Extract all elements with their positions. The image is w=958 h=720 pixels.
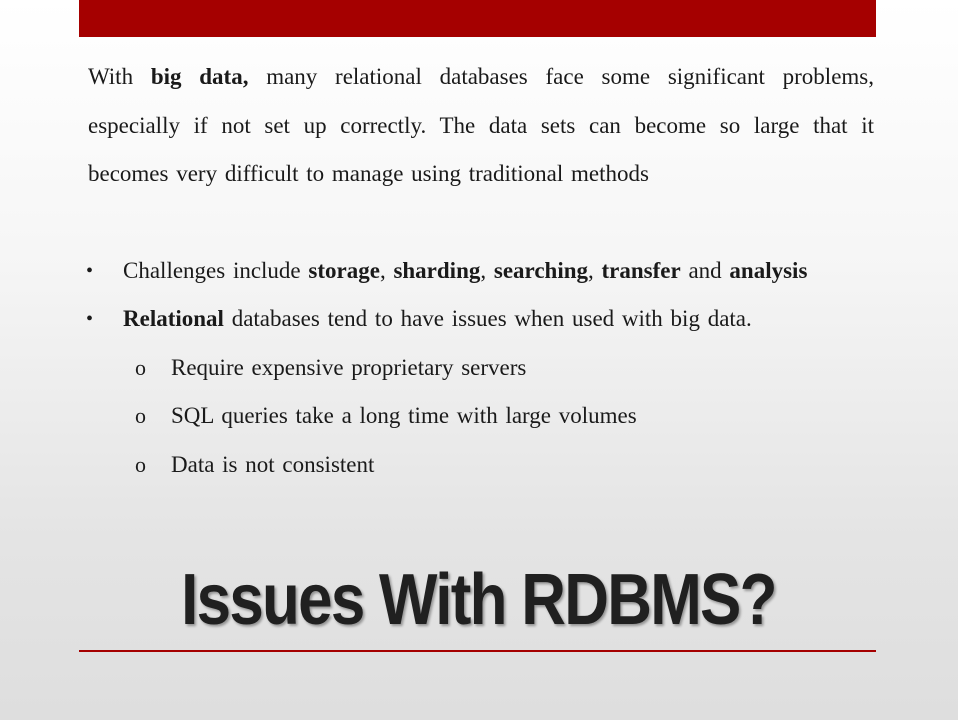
sub-bullet-text: Data is not consistent [171,451,375,477]
sub-bullet-item: o Data is not consistent [88,441,874,490]
bullet-bold-relational: Relational [123,306,224,331]
slide-content: With big data, many relational databases… [86,53,874,490]
sub-bullet-item: o SQL queries take a long time with large… [88,392,874,441]
bullet-bold-storage: storage [308,257,380,283]
bullet-list: • Challenges include storage, sharding, s… [86,247,874,344]
bullet-bold-transfer: transfer [601,257,681,283]
circle-bullet-icon: o [135,354,146,380]
sub-bullet-text: SQL queries take a long time with large … [171,403,637,428]
intro-paragraph: With big data, many relational databases… [88,53,874,199]
bullet-text: databases tend to have issues when used … [223,306,752,331]
sub-bullet-list: o Require expensive proprietary servers o… [88,344,874,490]
bullet-bold-sharding: sharding [393,257,481,283]
top-accent-bar [79,0,876,37]
sub-bullet-text: Require expensive proprietary servers [171,354,527,380]
bullet-text: and [680,257,730,283]
slide-title: Issues With RDBMS? [181,560,777,640]
intro-bold-text: big data, [150,64,249,89]
bullet-challenges: • Challenges include storage, sharding, s… [86,247,874,296]
bullet-bold-analysis: analysis [729,257,808,283]
bullet-text: , [379,257,394,283]
bullet-bold-searching: searching [493,257,589,283]
bottom-divider [79,650,876,652]
bullet-dot-icon: • [86,259,94,282]
circle-bullet-icon: o [135,451,146,477]
bullet-text: , [480,257,494,283]
intro-lead-text: With [88,64,151,89]
sub-bullet-item: o Require expensive proprietary servers [88,344,874,393]
bullet-relational: • Relational databases tend to have issue… [86,295,874,344]
bullet-dot-icon: • [86,308,94,330]
bullet-text: Challenges include [123,257,309,283]
bullet-text: , [588,257,602,283]
circle-bullet-icon: o [135,403,146,428]
